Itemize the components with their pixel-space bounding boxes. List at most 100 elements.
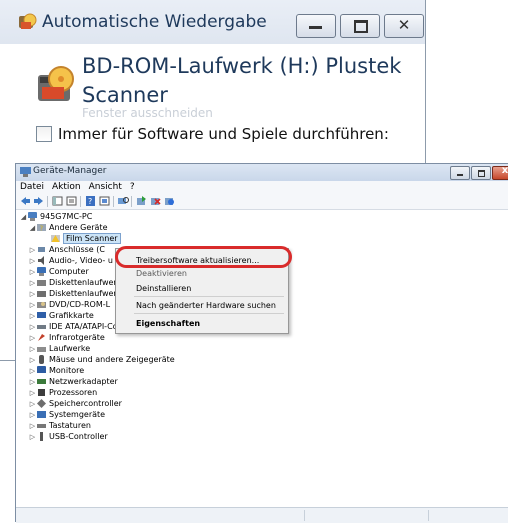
tree-item-label: Computer (49, 267, 89, 276)
network-adapter-icon (37, 379, 46, 384)
toolbar-separator (47, 196, 48, 207)
tree-item[interactable]: ▷ Audio-, Video- u (29, 255, 113, 266)
always-do-checkbox[interactable] (36, 126, 52, 142)
tree-item-label: DVD/CD-ROM-L (49, 300, 111, 309)
tree-item[interactable]: ▷ Anschlüsse (C (29, 244, 105, 255)
expand-icon[interactable]: ▷ (29, 433, 36, 441)
keyboard-icon (37, 424, 46, 428)
menu-item-disable[interactable]: Deaktivieren (136, 269, 187, 278)
device-manager-window-controls (450, 165, 508, 180)
tree-item-label: Audio-, Video- u (49, 256, 113, 265)
device-manager-titlebar[interactable]: Geräte-Manager (16, 164, 508, 181)
computer-icon (28, 212, 37, 221)
tree-item-label: Prozessoren (49, 388, 98, 397)
drive-icon (37, 347, 46, 352)
tree-item[interactable]: ▷ Tastaturen (29, 420, 91, 431)
tree-item[interactable]: ▷ Laufwerke (29, 343, 90, 354)
collapse-icon[interactable]: ◢ (20, 213, 27, 221)
view-icon[interactable] (99, 196, 110, 206)
minimize-button[interactable] (296, 14, 336, 38)
help-icon[interactable]: ? (85, 196, 96, 206)
ide-controller-icon (37, 325, 46, 329)
menu-separator (134, 313, 284, 314)
expand-icon[interactable]: ▷ (29, 334, 36, 342)
tree-item[interactable]: ▷ Prozessoren (29, 387, 97, 398)
tree-item[interactable]: ▷ Computer (29, 266, 89, 277)
expand-icon[interactable]: ▷ (29, 312, 36, 320)
properties-toolbar-icon[interactable] (66, 196, 77, 206)
tree-item[interactable]: ▷ Mäuse und andere Zeigegeräte (29, 354, 175, 365)
expand-icon[interactable]: ▷ (29, 257, 36, 265)
autoplay-title: Automatische Wiedergabe (42, 12, 267, 32)
tree-item[interactable]: ▷ Netzwerkadapter (29, 376, 118, 387)
tree-item-label: Andere Geräte (49, 223, 108, 232)
expand-icon[interactable]: ▷ (29, 389, 36, 397)
tree-item[interactable]: ▷ DVD/CD-ROM-L (29, 299, 110, 310)
autoplay-titlebar[interactable]: Automatische Wiedergabe ✕ (0, 0, 425, 44)
tree-item-label: Tastaturen (49, 421, 91, 430)
device-manager-title: Geräte-Manager (33, 166, 107, 176)
maximize-button[interactable] (340, 14, 380, 38)
tree-item[interactable]: ▷ Diskettenlaufwer (29, 288, 117, 299)
menu-item-properties[interactable]: Eigenschaften (136, 319, 200, 328)
tree-item[interactable]: ▷ Diskettenlaufwer (29, 277, 117, 288)
close-button[interactable]: ✕ (384, 14, 424, 38)
uninstall-icon[interactable] (150, 196, 161, 206)
expand-icon[interactable]: ▷ (29, 411, 36, 419)
tree-item-label: Anschlüsse (C (49, 245, 105, 254)
expand-icon[interactable]: ▷ (29, 279, 36, 287)
tree-item-label: Systemgeräte (49, 410, 106, 419)
tree-item-label: Monitore (49, 366, 85, 375)
close-icon: ✕ (397, 16, 411, 34)
tree-item-label: Diskettenlaufwer (49, 278, 117, 287)
expand-icon[interactable]: ▷ (29, 268, 36, 276)
expand-icon[interactable]: ▷ (29, 290, 36, 298)
tree-item[interactable]: ▷ Systemgeräte (29, 409, 105, 420)
expand-icon[interactable]: ▷ (29, 367, 36, 375)
update-driver-icon[interactable] (136, 196, 147, 206)
tree-root[interactable]: ◢ 945G7MC-PC (20, 211, 92, 222)
tree-item[interactable]: ▷ Grafikkarte (29, 310, 94, 321)
tree-item[interactable]: ▷ Monitore (29, 365, 84, 376)
expand-icon[interactable]: ▷ (29, 323, 36, 331)
expand-icon[interactable]: ▷ (29, 400, 36, 408)
expand-icon[interactable]: ▷ (29, 356, 36, 364)
tree-item-label: Mäuse und andere Zeigegeräte (49, 355, 175, 364)
tree-item-label: Laufwerke (49, 344, 91, 353)
show-hide-tree-icon[interactable] (52, 196, 63, 206)
device-manager-window: Geräte-Manager Datei Aktion Ansicht ? ? … (15, 163, 508, 523)
scan-hardware-icon[interactable] (118, 196, 129, 206)
menu-ansicht[interactable]: Ansicht (89, 181, 122, 194)
display-adapter-icon (37, 312, 46, 318)
tree-item[interactable]: ▷ Infrarotgeräte (29, 332, 105, 343)
menu-datei[interactable]: Datei (20, 181, 44, 194)
dm-close-button[interactable] (492, 165, 508, 180)
minimize-icon (309, 26, 322, 29)
menu-bar: Datei Aktion Ansicht ? (16, 181, 508, 194)
dm-minimize-button[interactable] (450, 166, 470, 180)
tree-item-film-scanner[interactable]: Film Scanner (50, 233, 121, 244)
disable-icon[interactable] (164, 196, 175, 206)
menu-aktion[interactable]: Aktion (52, 181, 81, 194)
menu-help[interactable]: ? (130, 181, 135, 194)
tree-root-label: 945G7MC-PC (40, 212, 93, 221)
expand-icon[interactable]: ▷ (29, 246, 36, 254)
tree-item-andere-geraete[interactable]: ◢ ? Andere Geräte (29, 222, 108, 233)
computer-icon (37, 267, 46, 276)
tree-item[interactable]: ▷ USB-Controller (29, 431, 108, 442)
forward-icon[interactable] (33, 196, 44, 206)
expand-icon[interactable]: ▷ (29, 301, 36, 309)
collapse-icon[interactable]: ◢ (29, 224, 36, 232)
drive-device-icon (38, 66, 74, 101)
menu-item-scan-hardware[interactable]: Nach geänderter Hardware suchen (136, 301, 276, 310)
back-icon[interactable] (20, 196, 31, 206)
expand-icon[interactable]: ▷ (29, 345, 36, 353)
tree-item-label: Diskettenlaufwer (49, 289, 117, 298)
tree-item[interactable]: ▷ Speichercontroller (29, 398, 122, 409)
expand-icon[interactable]: ▷ (29, 378, 36, 386)
dm-maximize-button[interactable] (471, 166, 491, 180)
expand-icon[interactable]: ▷ (29, 422, 36, 430)
disk-controller-icon (37, 291, 46, 297)
menu-item-uninstall[interactable]: Deinstallieren (136, 284, 191, 293)
always-do-row[interactable]: Immer für Software und Spiele durchführe… (36, 125, 389, 143)
